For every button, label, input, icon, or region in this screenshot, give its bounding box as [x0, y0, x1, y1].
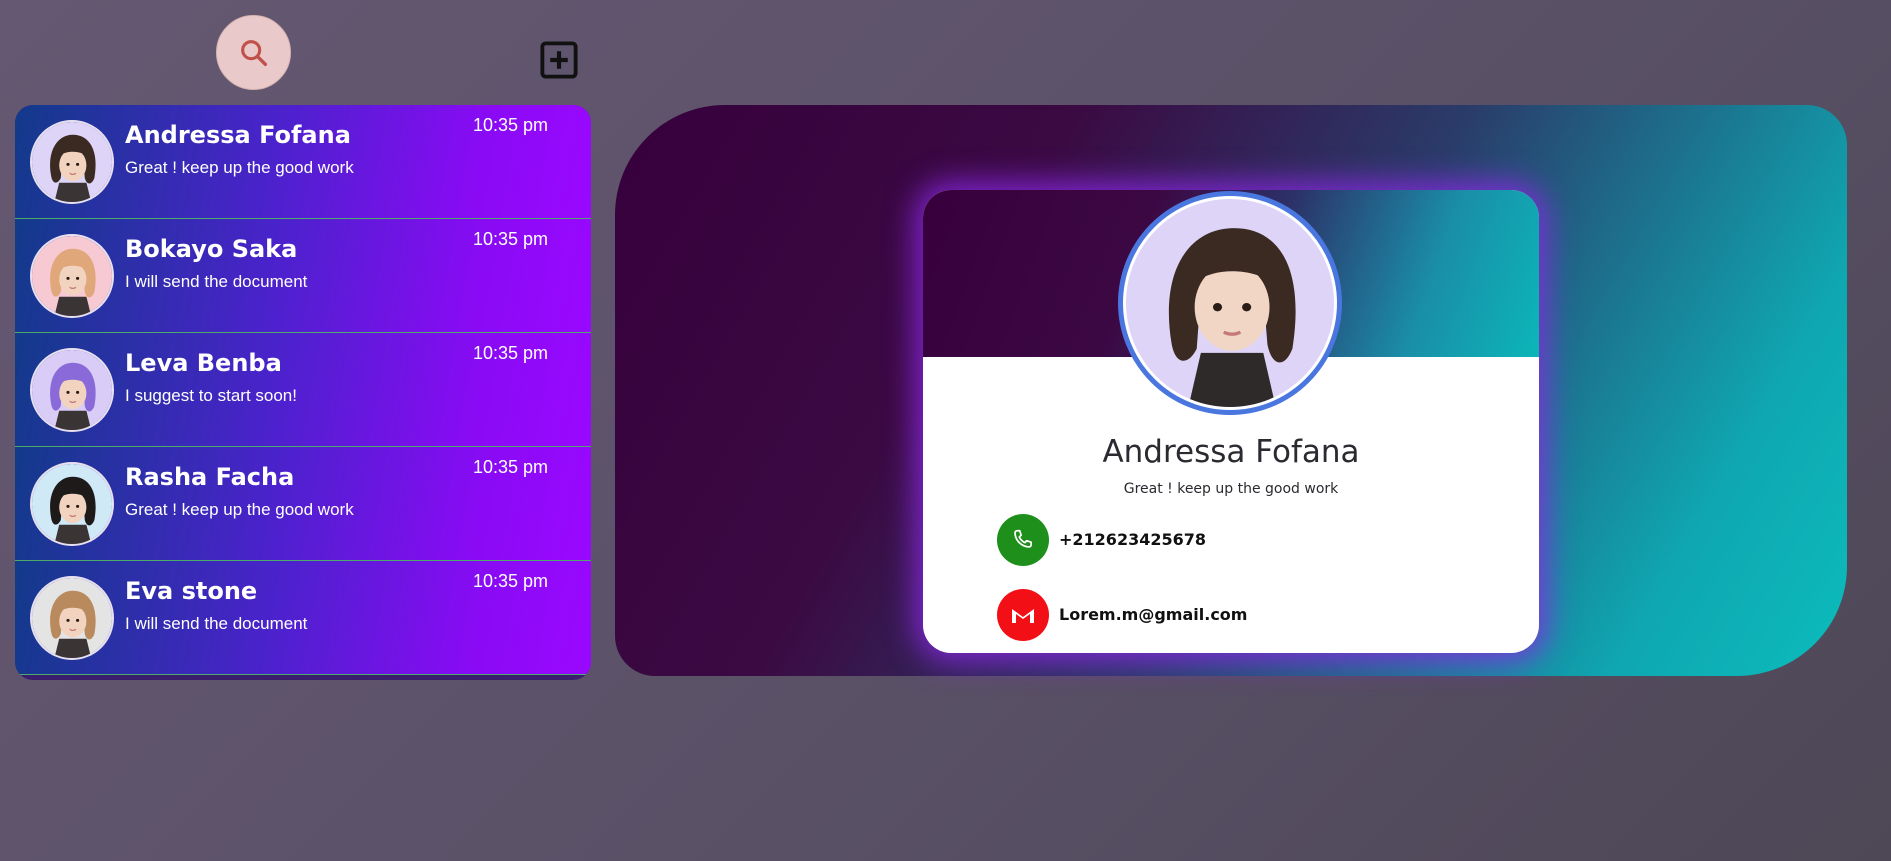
contact-list: Andressa Fofana Great ! keep up the good… [15, 105, 591, 680]
gmail-icon [1012, 609, 1034, 623]
contact-last-message: Great ! keep up the good work [125, 500, 354, 519]
contact-last-message: I will send the document [125, 614, 308, 633]
search-button[interactable] [216, 15, 291, 90]
contact-list-item[interactable]: Bokayo Saka I will send the document 10:… [15, 219, 591, 333]
contact-name: Leva Benba [125, 349, 282, 377]
contact-name: Andressa Fofana [125, 121, 351, 149]
avatar-face-icon [32, 122, 112, 202]
contact-time: 10:35 pm [472, 115, 548, 135]
contact-list-item[interactable]: Andressa Fofana Great ! keep up the good… [15, 105, 591, 219]
search-icon [240, 39, 267, 66]
contact-name: Eva stone [125, 577, 258, 605]
profile-status: Great ! keep up the good work [1123, 481, 1339, 497]
plus-square-icon [539, 40, 578, 79]
avatar-face-icon [32, 236, 112, 316]
profile-avatar [1118, 191, 1342, 415]
contact-avatar [30, 234, 114, 318]
contact-list-item[interactable]: Rasha Facha Great ! keep up the good wor… [15, 447, 591, 561]
profile-email[interactable]: Lorem.m@gmail.com [1059, 605, 1247, 624]
contact-avatar [30, 348, 114, 432]
contact-avatar [30, 576, 114, 660]
contact-last-message: I will send the document [125, 272, 308, 291]
avatar-face-icon [1126, 199, 1334, 407]
contact-time: 10:35 pm [472, 457, 548, 477]
avatar-face-icon [32, 578, 112, 658]
profile-phone[interactable]: +212623425678 [1059, 530, 1206, 549]
contact-avatar [30, 462, 114, 546]
contact-last-message: Great ! keep up the good work [125, 158, 354, 177]
contact-name: Rasha Facha [125, 463, 295, 491]
contact-avatar [30, 120, 114, 204]
profile-name: Andressa Fofana [1102, 434, 1360, 470]
avatar-face-icon [32, 350, 112, 430]
contact-last-message: I suggest to start soon! [125, 386, 297, 405]
add-contact-button[interactable] [536, 37, 581, 82]
contact-list-item[interactable]: Leva Benba I suggest to start soon! 10:3… [15, 333, 591, 447]
contact-name: Bokayo Saka [125, 235, 298, 263]
contact-time: 10:35 pm [472, 229, 548, 249]
phone-button[interactable] [997, 514, 1049, 566]
contact-time: 10:35 pm [472, 343, 548, 363]
email-button[interactable] [997, 589, 1049, 641]
contact-list-item[interactable]: Eva stone I will send the document 10:35… [15, 561, 591, 675]
phone-icon [1014, 529, 1032, 548]
avatar-face-icon [32, 464, 112, 544]
contact-time: 10:35 pm [472, 571, 548, 591]
